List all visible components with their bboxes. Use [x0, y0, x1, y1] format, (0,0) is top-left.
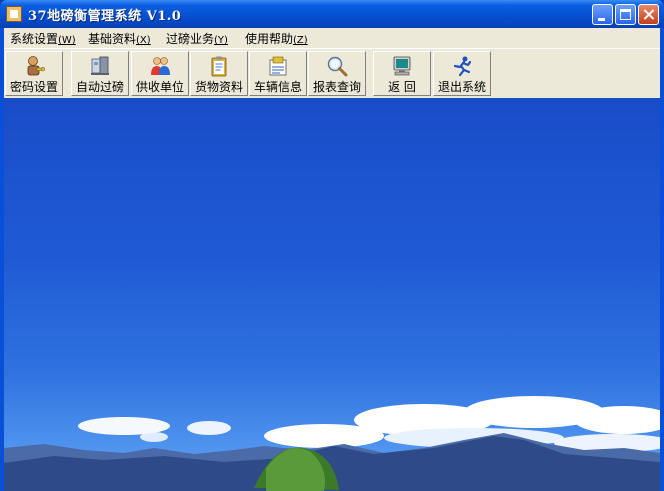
goods-data-button[interactable]: 货物资料: [190, 51, 248, 96]
maximize-button[interactable]: [615, 4, 636, 25]
app-window: 37地磅衡管理系统 V1.0 系统设置(W) 基础资料(X) 过磅业务(Y) 使…: [0, 0, 664, 491]
menu-help[interactable]: 使用帮助(Z): [245, 30, 308, 47]
tool-label: 报表查询: [312, 80, 361, 94]
menu-label: 系统设置: [10, 32, 59, 46]
menu-accel: (Z): [293, 35, 308, 46]
menu-bar: 系统设置(W) 基础资料(X) 过磅业务(Y) 使用帮助(Z): [4, 28, 660, 48]
tool-label: 自动过磅: [75, 80, 124, 94]
menu-accel: (W): [58, 35, 76, 46]
close-button[interactable]: [638, 4, 659, 25]
window-title: 37地磅衡管理系统 V1.0: [28, 9, 182, 24]
close-icon: [639, 5, 658, 24]
toolbar: 密码设置 自动过磅 供收单位 货物资料 车辆信息 报表查询 返 回 退出系统: [4, 48, 660, 98]
landscape-scene: [4, 396, 660, 491]
background-landscape-image: [4, 98, 660, 491]
report-query-button[interactable]: 报表查询: [308, 51, 366, 96]
minimize-button[interactable]: [592, 4, 613, 25]
tool-label: 车辆信息: [253, 80, 302, 94]
minimize-icon: [598, 18, 605, 21]
exit-system-button[interactable]: 退出系统: [433, 51, 491, 96]
tool-label: 返 回: [388, 80, 416, 94]
users-icon: [151, 57, 170, 75]
menu-basic-data[interactable]: 基础资料(X): [88, 30, 151, 47]
supplier-receiver-button[interactable]: 供收单位: [131, 51, 189, 96]
vehicle-doc-icon: [269, 56, 287, 76]
tool-label: 退出系统: [437, 80, 486, 94]
title-bar[interactable]: 37地磅衡管理系统 V1.0: [0, 0, 664, 28]
vehicle-info-button[interactable]: 车辆信息: [249, 51, 307, 96]
tool-label: 密码设置: [9, 80, 58, 94]
password-settings-button[interactable]: 密码设置: [5, 51, 63, 96]
auto-weigh-button[interactable]: 自动过磅: [71, 51, 129, 96]
menu-label: 过磅业务: [166, 32, 215, 46]
window-border-right: [660, 28, 664, 491]
magnifier-icon: [327, 56, 348, 77]
menu-label: 使用帮助: [245, 32, 294, 46]
menu-accel: (Y): [214, 35, 228, 46]
menu-system-settings[interactable]: 系统设置(W): [10, 30, 76, 47]
running-man-icon: [453, 56, 472, 77]
menu-label: 基础资料: [88, 32, 137, 46]
back-button[interactable]: 返 回: [373, 51, 431, 96]
clouds: [78, 396, 660, 452]
tool-label: 供收单位: [135, 80, 184, 94]
clipboard-icon: [211, 56, 227, 77]
monitor-icon: [393, 56, 411, 76]
app-icon[interactable]: [6, 6, 22, 22]
menu-weighing-business[interactable]: 过磅业务(Y): [166, 30, 228, 47]
tool-label: 货物资料: [194, 80, 243, 94]
menu-accel: (X): [136, 35, 151, 46]
key-person-icon: [27, 56, 45, 76]
scale-icon: [91, 56, 109, 75]
maximize-icon: [620, 9, 631, 20]
